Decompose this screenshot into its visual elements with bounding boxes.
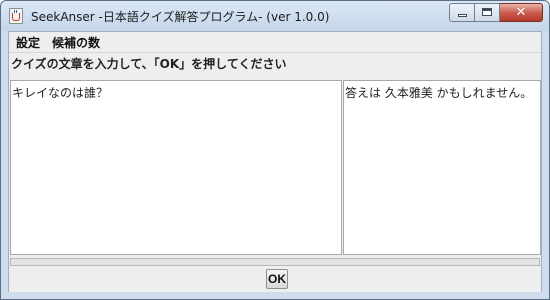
instruction-label: クイズの文章を入力して、「OK」を押してください — [11, 57, 287, 71]
client-area: 設定 候補の数 クイズの文章を入力して、「OK」を押してください キレイなのは誰… — [8, 31, 542, 292]
menu-settings[interactable]: 設定 — [13, 34, 43, 51]
title-bar[interactable]: SeekAnser -日本語クイズ解答プログラム- (ver 1.0.0) ✕ — [1, 1, 549, 31]
java-cup-icon[interactable] — [9, 8, 23, 24]
question-input[interactable]: キレイなのは誰？ — [10, 80, 342, 255]
window-bottom-border — [1, 292, 549, 299]
close-button[interactable]: ✕ — [500, 3, 543, 22]
minimize-button[interactable] — [449, 3, 475, 22]
app-window: SeekAnser -日本語クイズ解答プログラム- (ver 1.0.0) ✕ … — [0, 0, 550, 300]
close-icon: ✕ — [515, 5, 527, 20]
answer-output: 答えは 久本雅美 かもしれません。 — [343, 80, 541, 255]
menu-bar: 設定 候補の数 — [9, 32, 541, 52]
split-pane: キレイなのは誰？ 答えは 久本雅美 かもしれません。 — [9, 79, 541, 257]
window-controls: ✕ — [449, 3, 543, 22]
button-bar: OK — [9, 268, 541, 292]
ok-button[interactable]: OK — [266, 269, 288, 289]
maximize-icon — [482, 8, 492, 16]
minimize-icon — [458, 14, 467, 17]
menu-divider — [9, 52, 541, 53]
horizontal-scrollbar[interactable] — [10, 258, 540, 266]
maximize-button[interactable] — [475, 3, 500, 22]
window-title: SeekAnser -日本語クイズ解答プログラム- (ver 1.0.0) — [31, 10, 330, 24]
menu-candidate-count[interactable]: 候補の数 — [49, 34, 103, 51]
